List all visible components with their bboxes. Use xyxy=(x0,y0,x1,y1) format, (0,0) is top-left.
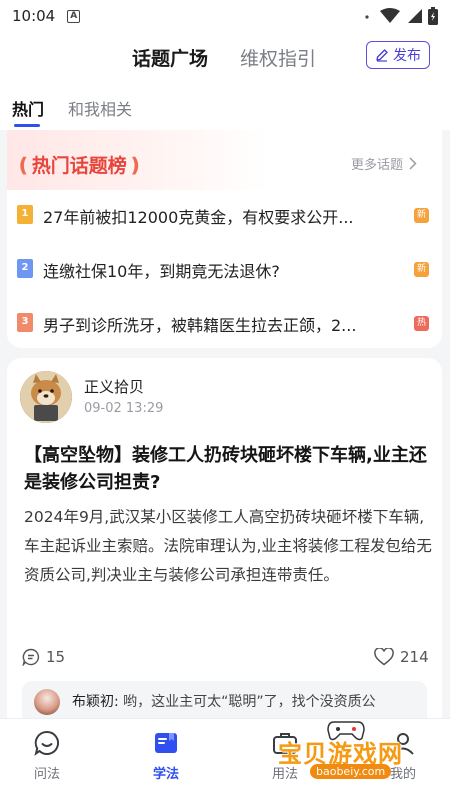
more-topics-link[interactable]: 更多话题 xyxy=(351,154,417,173)
left-wheat-icon: ❪ xyxy=(15,152,32,177)
hot-badge: 热 xyxy=(414,316,429,331)
like-count: 214 xyxy=(400,648,429,666)
rank-1-icon: 1 xyxy=(17,205,33,224)
active-tab-indicator xyxy=(14,124,40,127)
post-title[interactable]: 【高空坠物】装修工人扔砖块砸坏楼下车辆,业主还是装修公司担责? xyxy=(24,442,434,496)
post-body[interactable]: 2024年9月,武汉某小区装修工人高空扔砖块砸坏楼下车辆,车主起诉业主索赔。法院… xyxy=(24,503,434,590)
status-bar: 10:04 A xyxy=(0,0,450,32)
tab-hot[interactable]: 热门 xyxy=(12,96,44,120)
notification-a-icon: A xyxy=(67,9,81,23)
dog-avatar-icon xyxy=(20,371,72,423)
more-topics-label: 更多话题 xyxy=(351,158,404,173)
hot-topic-text: 男子到诊所洗牙，被韩籍医生拉去正颌，2... xyxy=(43,316,357,335)
comment-icon xyxy=(22,648,40,666)
nav-ask-law[interactable]: 问法 xyxy=(7,729,87,782)
avatar[interactable] xyxy=(20,371,72,423)
new-badge: 新 xyxy=(414,262,429,277)
signal-icon xyxy=(365,15,369,19)
wifi-icon xyxy=(380,8,400,23)
publish-button[interactable]: 发布 xyxy=(366,41,430,69)
tab-topic-square[interactable]: 话题广场 xyxy=(132,44,208,71)
comment-snippet: 哟，这业主可太“聪明”了，找个没资质公 xyxy=(118,694,376,710)
rank-3-icon: 3 xyxy=(17,313,33,332)
rank-2-icon: 2 xyxy=(17,259,33,278)
edit-icon xyxy=(376,49,388,62)
comment-preview-text: 布颖初: 哟，这业主可太“聪明”了，找个没资质公 xyxy=(72,691,417,711)
right-wheat-icon: ❫ xyxy=(126,152,144,177)
battery-icon xyxy=(428,7,438,25)
status-time: 10:04 xyxy=(12,7,56,25)
new-badge: 新 xyxy=(414,208,429,223)
nav-ask-law-label: 问法 xyxy=(33,767,60,782)
watermark-url: baobeiy.com xyxy=(310,764,392,779)
cellular-icon xyxy=(408,9,422,23)
hot-topic-text: 连缴社保10年，到期竟无法退休? xyxy=(43,262,280,281)
top-header: 话题广场 维权指引 发布 xyxy=(0,32,450,84)
chat-bubble-icon xyxy=(34,730,59,756)
hot-topics-title-text: 热门话题榜 xyxy=(31,155,127,177)
chevron-right-icon xyxy=(409,157,417,170)
hot-topics-title: ❪ 热门话题榜 ❫ xyxy=(15,151,144,178)
tab-rights-guide[interactable]: 维权指引 xyxy=(240,44,316,71)
comments-button[interactable]: 15 xyxy=(22,648,65,666)
post-time: 09-02 13:29 xyxy=(84,401,164,416)
comment-count: 15 xyxy=(46,648,66,666)
status-icons xyxy=(360,7,438,25)
hot-topic-text: 27年前被扣12000克黄金，有权要求公开... xyxy=(43,208,354,227)
post-card[interactable]: 正义拾贝 09-02 13:29 【高空坠物】装修工人扔砖块砸坏楼下车辆,业主还… xyxy=(7,358,442,728)
tab-related-to-me[interactable]: 和我相关 xyxy=(68,96,132,120)
like-button[interactable]: 214 xyxy=(374,648,429,666)
nav-learn-law[interactable]: 学法 xyxy=(126,729,206,782)
hot-topics-card: ❪ 热门话题榜 ❫ 更多话题 1 27年前被扣12000克黄金，有权要求公开..… xyxy=(7,130,442,348)
hot-topic-item[interactable]: 1 27年前被扣12000克黄金，有权要求公开... 新 xyxy=(7,202,442,230)
hot-topic-item[interactable]: 2 连缴社保10年，到期竟无法退休? 新 xyxy=(7,256,442,284)
publish-label: 发布 xyxy=(393,48,421,64)
author-name[interactable]: 正义拾贝 xyxy=(84,376,144,397)
commenter-avatar xyxy=(34,689,60,715)
watermark: 宝贝游戏网 baobeiy.com xyxy=(270,720,430,786)
heart-icon xyxy=(374,648,394,666)
commenter-name: 布颖初: xyxy=(72,694,119,710)
nav-learn-law-label: 学法 xyxy=(152,767,179,782)
book-icon xyxy=(155,733,177,753)
hot-topic-item[interactable]: 3 男子到诊所洗牙，被韩籍医生拉去正颌，2... 热 xyxy=(7,310,442,338)
sub-tabs: 热门 和我相关 xyxy=(0,84,450,130)
